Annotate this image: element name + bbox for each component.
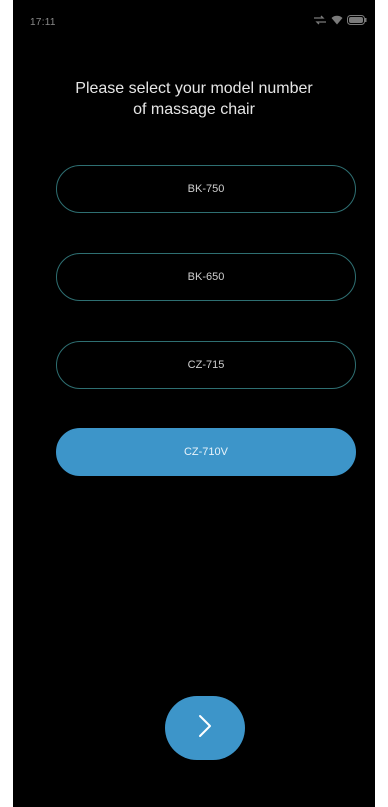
model-option-label: BK-750	[187, 183, 225, 195]
status-bar: 17:11	[13, 0, 375, 40]
wifi-icon	[331, 15, 343, 25]
status-icons	[313, 15, 367, 25]
signal-icon	[313, 15, 327, 25]
model-option-label: BK-650	[187, 271, 225, 283]
status-time: 17:11	[30, 17, 56, 28]
model-option-label: CZ-710V	[183, 446, 229, 458]
next-button[interactable]	[165, 696, 245, 760]
battery-icon	[347, 15, 367, 25]
model-option-bk-750[interactable]: BK-750	[56, 165, 356, 213]
model-option-label: CZ-715	[187, 359, 225, 371]
chevron-right-icon	[196, 713, 214, 744]
model-option-bk-650[interactable]: BK-650	[56, 253, 356, 301]
page-title: Please select your model number of massa…	[75, 80, 313, 118]
app-screen: 17:11 Please select your model number of…	[13, 0, 375, 807]
model-option-cz-710v[interactable]: CZ-710V	[56, 428, 356, 476]
model-option-cz-715[interactable]: CZ-715	[56, 341, 356, 389]
